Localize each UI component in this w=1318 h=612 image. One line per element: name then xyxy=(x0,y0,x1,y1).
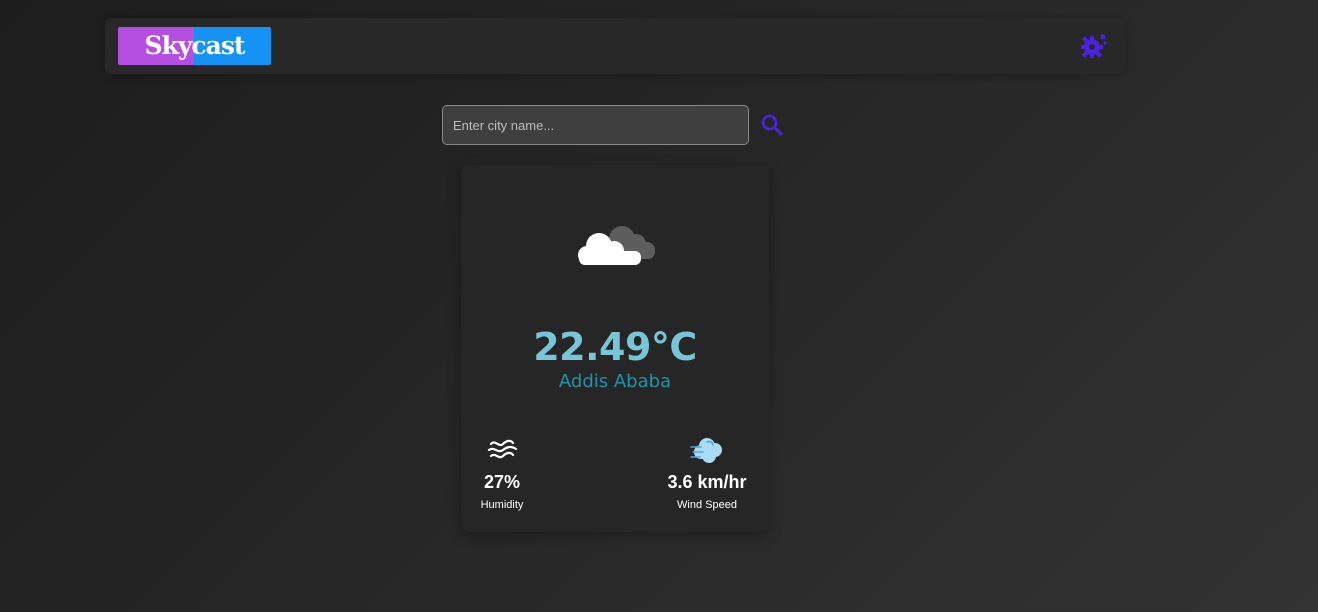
gear-sun-icon xyxy=(1081,34,1107,58)
search-bar xyxy=(442,105,783,145)
wind-speed-value: 3.6 km/hr xyxy=(667,472,747,492)
city-name: Addis Ababa xyxy=(558,371,672,392)
humidity-stat: 27% Humidity xyxy=(447,435,557,511)
humidity-label: Humidity xyxy=(480,499,524,511)
theme-settings-button[interactable] xyxy=(1080,32,1108,60)
city-search-input[interactable] xyxy=(442,105,749,145)
search-icon xyxy=(761,114,783,136)
logo-text: Skycast xyxy=(144,31,246,60)
humidity-value: 27% xyxy=(483,472,521,492)
cloud-icon xyxy=(578,226,655,265)
weather-card: 22.49°C Addis Ababa 27% Humidity 3.6 km/… xyxy=(461,165,769,532)
temperature-value: 22.49°C xyxy=(533,325,697,369)
humidity-wave-icon xyxy=(487,439,518,459)
wind-cloud-icon xyxy=(690,438,722,463)
wind-stat: 3.6 km/hr Wind Speed xyxy=(652,435,762,511)
search-button[interactable] xyxy=(760,113,784,137)
navbar: Skycast xyxy=(105,18,1125,74)
logo[interactable]: Skycast xyxy=(118,27,271,65)
wind-speed-label: Wind Speed xyxy=(677,499,737,511)
